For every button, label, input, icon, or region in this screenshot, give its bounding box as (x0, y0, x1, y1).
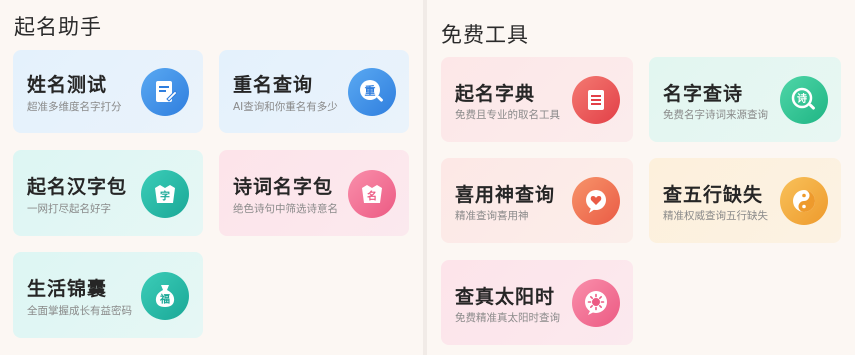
section-title-free-tools: 免费工具 (441, 23, 529, 47)
card-true-solar-time[interactable]: 查真太阳时 免费精准真太阳时查询 (441, 260, 633, 345)
sun-icon (572, 279, 620, 327)
card-poetry-pack[interactable]: 诗词名字包 绝色诗句中筛选诗意名 名 (219, 150, 409, 236)
right-panel: 免费工具 起名字典 免费且专业的取名工具 名字查诗 免费名字诗词来源查询 诗 喜… (427, 0, 855, 355)
yin-yang-icon (780, 177, 828, 225)
card-title: 起名字典 (455, 83, 536, 105)
card-subtitle: AI查询和你重名有多少 (233, 101, 338, 113)
duplicate-search-icon-glyph: 重 (365, 84, 376, 98)
character-pack-icon: 字 (141, 170, 189, 218)
card-subtitle: 免费且专业的取名工具 (455, 109, 560, 121)
poem-search-icon: 诗 (780, 76, 828, 124)
poetry-pack-icon: 名 (348, 170, 396, 218)
card-duplicate-search[interactable]: 重名查询 AI查询和你重名有多少 重 (219, 50, 409, 133)
card-title: 起名汉字包 (27, 176, 128, 198)
card-subtitle: 绝色诗句中筛选诗意名 (233, 203, 338, 215)
card-favorable-element[interactable]: 喜用神查询 精准查询喜用神 (441, 158, 633, 243)
card-subtitle: 免费名字诗词来源查询 (663, 109, 768, 121)
card-title: 姓名测试 (27, 74, 108, 96)
card-title: 喜用神查询 (455, 184, 556, 206)
card-name-test[interactable]: 姓名测试 超准多维度名字打分 (13, 50, 203, 133)
duplicate-search-icon: 重 (348, 68, 396, 116)
character-pack-icon-glyph: 字 (160, 190, 170, 203)
card-subtitle: 一网打尽起名好字 (27, 203, 111, 215)
card-subtitle: 精准查询喜用神 (455, 210, 529, 222)
card-title: 重名查询 (233, 74, 314, 96)
card-dictionary[interactable]: 起名字典 免费且专业的取名工具 (441, 57, 633, 142)
money-bag-icon: 福 (141, 272, 189, 320)
card-title: 诗词名字包 (233, 176, 334, 198)
left-panel: 起名助手 姓名测试 超准多维度名字打分 重名查询 AI查询和你重名有多少 重 起… (0, 0, 423, 355)
card-character-pack[interactable]: 起名汉字包 一网打尽起名好字 字 (13, 150, 203, 236)
name-test-icon (141, 68, 189, 116)
card-life-tips[interactable]: 生活锦囊 全面掌握成长有益密码 福 (13, 252, 203, 338)
poem-search-icon-glyph: 诗 (797, 92, 807, 105)
money-bag-icon-glyph: 福 (159, 293, 170, 306)
card-title: 名字查诗 (663, 83, 744, 105)
poetry-pack-icon-glyph: 名 (367, 190, 377, 203)
card-subtitle: 免费精准真太阳时查询 (455, 312, 560, 324)
card-title: 生活锦囊 (27, 278, 108, 300)
section-title-assistant: 起名助手 (14, 15, 102, 39)
dictionary-icon (572, 76, 620, 124)
card-subtitle: 全面掌握成长有益密码 (27, 305, 132, 317)
card-five-elements[interactable]: 查五行缺失 精准权威查询五行缺失 (649, 158, 841, 243)
card-title: 查真太阳时 (455, 286, 556, 308)
card-subtitle: 超准多维度名字打分 (27, 101, 122, 113)
card-subtitle: 精准权威查询五行缺失 (663, 210, 768, 222)
card-title: 查五行缺失 (663, 184, 764, 206)
card-poem-search[interactable]: 名字查诗 免费名字诗词来源查询 诗 (649, 57, 841, 142)
heart-bubble-icon (572, 177, 620, 225)
